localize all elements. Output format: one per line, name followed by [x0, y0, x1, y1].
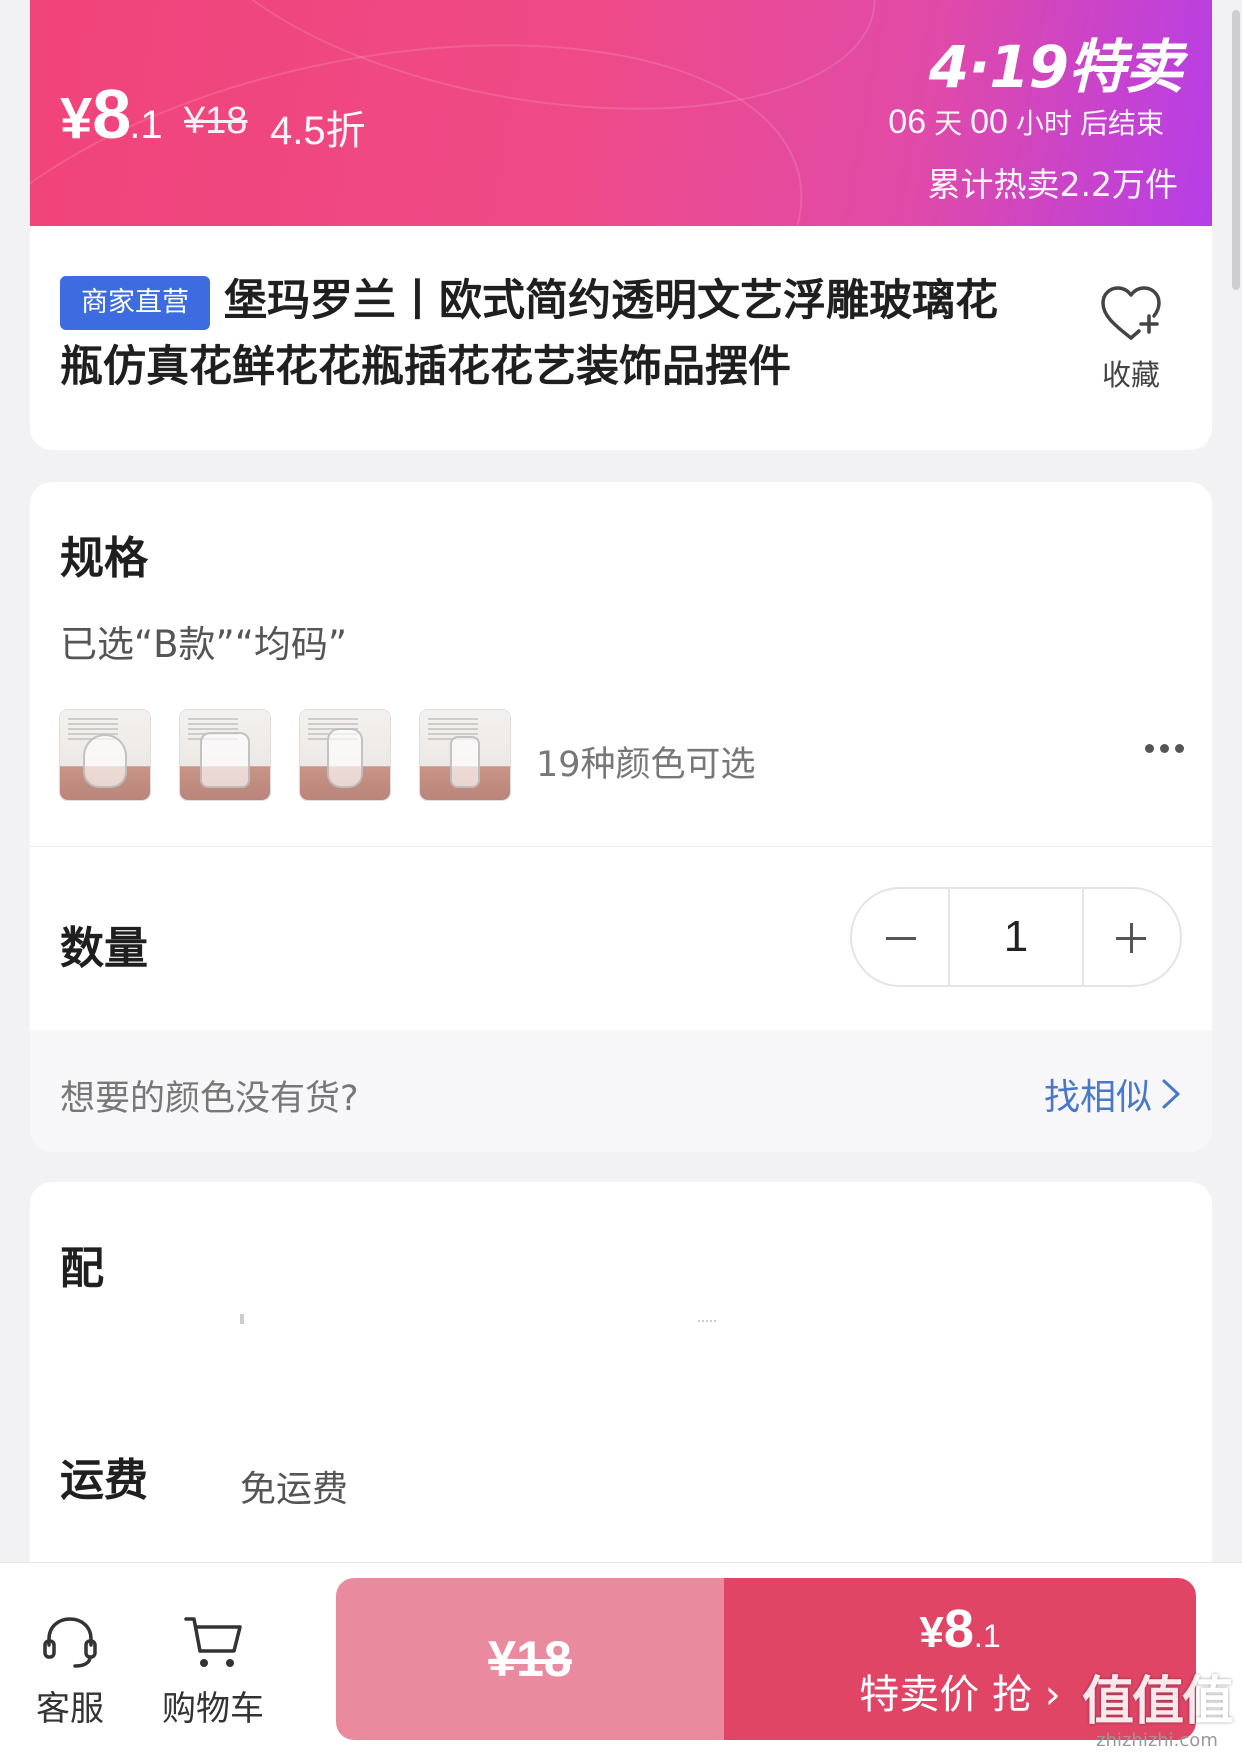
shipping-fee-value: 免运费	[240, 1469, 349, 1510]
find-similar-label: 找相似	[1043, 1077, 1152, 1118]
bottom-action-bar: 客服 购物车 ¥18 ¥ 8 .1 特卖价 抢 › 值值值 zhizhizhi.…	[0, 1562, 1242, 1755]
merchant-badge: 商家直营	[60, 276, 210, 330]
vase-image	[450, 736, 480, 788]
no-stock-row: 想要的颜色没有货? 找相似	[30, 1030, 1212, 1152]
sale-currency: ¥	[919, 1608, 944, 1657]
colors-available[interactable]: 19种颜色可选	[536, 736, 756, 787]
promo-banner: ¥ 8 .1 ¥18 4.5折 4·19特卖 06 天 00 小时 后结束 累计…	[30, 0, 1212, 226]
original-price: ¥18	[184, 100, 248, 142]
quantity-heading: 数量	[60, 923, 148, 974]
customer-service-button[interactable]: 客服	[36, 1611, 104, 1730]
price-currency: ¥	[60, 86, 93, 151]
cart-button[interactable]: 购物车	[162, 1611, 264, 1730]
divider	[30, 846, 1212, 847]
favorite-label: 收藏	[1101, 358, 1160, 392]
headset-icon	[43, 1617, 97, 1668]
discount-label: 4.5折	[270, 109, 366, 153]
selected-spec[interactable]: 已选“B款”“均码”	[60, 614, 347, 668]
heart-plus-icon	[1101, 286, 1161, 340]
shipping-fee-heading: 运费	[60, 1455, 148, 1506]
sale-price: ¥ 8 .1	[60, 74, 163, 154]
price-decimal: .1	[129, 103, 163, 147]
no-stock-question: 想要的颜色没有货?	[60, 1079, 359, 1119]
countdown-suffix: 后结束	[1079, 107, 1164, 140]
more-dots-icon[interactable]	[1145, 744, 1184, 753]
countdown-days-unit: 天	[934, 107, 963, 140]
scrollbar[interactable]	[1232, 10, 1240, 290]
original-price-label: ¥18	[488, 1631, 572, 1687]
vase-image	[327, 728, 363, 788]
spec-card: 规格 已选“B款”“均码” 19种颜色可选 数量 1 想要的颜色没有货? 找相似	[30, 482, 1212, 1152]
find-similar-link[interactable]: 找相似	[1044, 1068, 1182, 1120]
price-integer: 8	[92, 75, 131, 153]
delivery-heading: 配	[60, 1243, 104, 1294]
increase-button[interactable]	[1084, 889, 1180, 985]
sale-decimal: .1	[973, 1618, 1001, 1654]
redacted-fragment	[698, 1320, 716, 1326]
spec-thumbnails	[60, 710, 510, 800]
countdown-days: 06	[888, 103, 927, 141]
sold-count: 累计热卖2.2万件	[927, 165, 1178, 204]
sale-integer: 8	[943, 1599, 974, 1659]
watermark-logo: 值值值	[1081, 1672, 1234, 1732]
site-watermark: 值值值 zhizhizhi.com	[1081, 1659, 1234, 1751]
vase-image	[200, 732, 250, 788]
spec-thumbnail[interactable]	[60, 710, 150, 800]
product-title-card: 堡玛罗兰丨欧式简约透明文艺浮雕玻璃花瓶仿真花鲜花花瓶插花花艺装饰品摆件 商家直营…	[30, 226, 1212, 450]
spec-heading: 规格	[60, 533, 148, 584]
sale-label-text: 特卖价 抢	[859, 1672, 1032, 1718]
redacted-fragment	[240, 1314, 244, 1324]
product-detail-page: ¥ 8 .1 ¥18 4.5折 4·19特卖 06 天 00 小时 后结束 累计…	[0, 0, 1242, 1755]
countdown: 06 天 00 小时 后结束	[888, 102, 1164, 142]
buy-original-price-button[interactable]: ¥18	[336, 1578, 724, 1740]
chevron-right-icon	[1162, 1079, 1180, 1109]
countdown-hours-unit: 小时	[1015, 107, 1072, 140]
spec-thumbnail[interactable]	[420, 710, 510, 800]
quantity-value[interactable]: 1	[948, 889, 1084, 985]
delivery-card: 配 运费 免运费	[30, 1182, 1212, 1602]
favorite-button[interactable]: 收藏	[1086, 284, 1176, 394]
countdown-hours: 00	[970, 103, 1008, 141]
sale-price-display: ¥ 8 .1	[724, 1598, 1196, 1660]
decrease-button[interactable]	[852, 889, 948, 985]
customer-service-label: 客服	[36, 1689, 104, 1729]
sale-event-title: 4·19特卖	[928, 33, 1183, 101]
cart-label: 购物车	[162, 1689, 264, 1729]
chevron-right-icon: ›	[1044, 1672, 1061, 1718]
vase-image	[83, 734, 127, 788]
spec-thumbnail[interactable]	[180, 710, 270, 800]
cart-icon	[184, 1617, 242, 1667]
spec-thumbnail[interactable]	[300, 710, 390, 800]
quantity-stepper: 1	[850, 887, 1182, 987]
